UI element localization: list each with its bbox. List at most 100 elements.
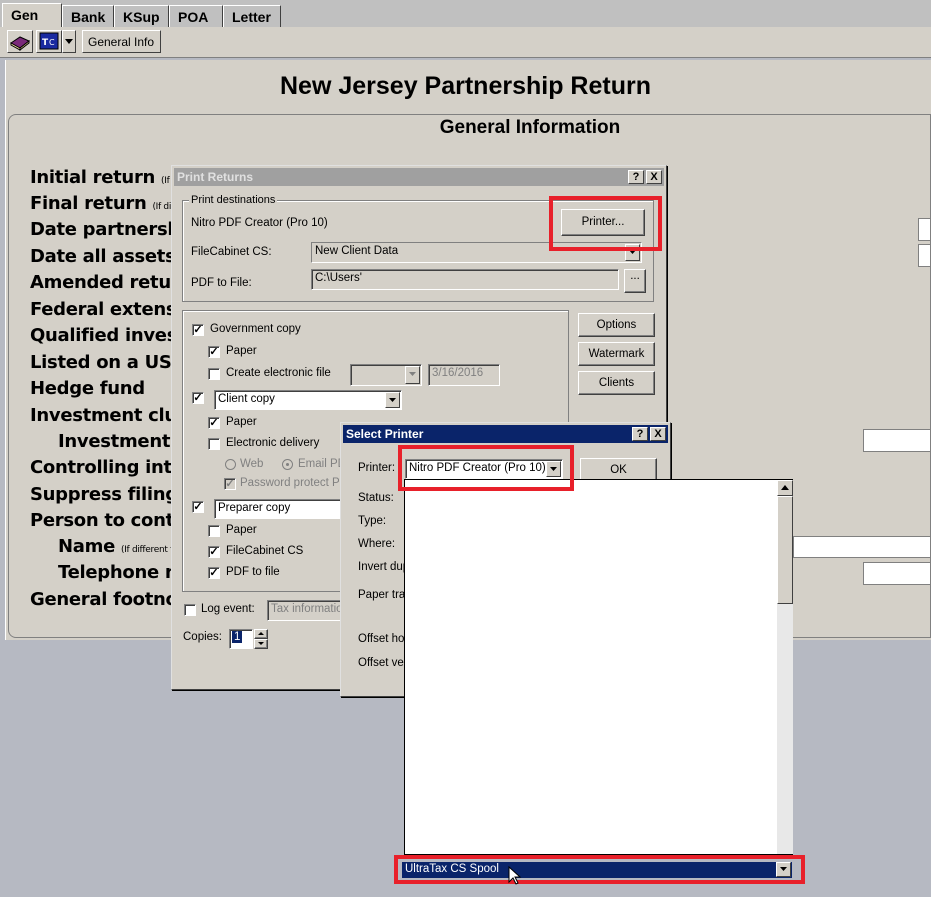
copies-input[interactable]: 1 bbox=[229, 629, 253, 649]
clients-button[interactable]: Clients bbox=[578, 371, 655, 395]
log-event-label: Log event: bbox=[201, 603, 255, 615]
preparer-copy-select[interactable]: Preparer copy bbox=[214, 499, 344, 519]
print-destinations-label: Print destinations bbox=[189, 194, 278, 206]
close-button[interactable]: X bbox=[646, 170, 662, 184]
select-printer-title: Select Printer bbox=[346, 427, 424, 441]
email-radio[interactable] bbox=[282, 459, 293, 470]
telephone-field[interactable] bbox=[863, 562, 931, 585]
tab-bank[interactable]: Bank bbox=[62, 5, 114, 27]
preparer-paper-checkbox[interactable] bbox=[208, 525, 220, 537]
create-efile-label: Create electronic file bbox=[226, 367, 331, 379]
final-return-label: Final return (If differ bbox=[30, 193, 186, 214]
government-copy-checkbox[interactable]: ✓ bbox=[192, 324, 204, 336]
chevron-down-icon bbox=[409, 372, 416, 376]
filecabinet-value: New Client Data bbox=[315, 245, 399, 257]
copies-down-button[interactable] bbox=[254, 639, 268, 649]
name-field[interactable] bbox=[793, 536, 931, 558]
dropdown-scrollbar[interactable] bbox=[777, 480, 793, 854]
book-button[interactable] bbox=[7, 30, 33, 53]
select-printer-titlebar: Select Printer ? X bbox=[343, 425, 668, 443]
tax-button[interactable]: T C bbox=[36, 30, 62, 53]
svg-text:T: T bbox=[42, 38, 49, 48]
printer-dropdown-list[interactable] bbox=[404, 479, 793, 855]
client-copy-dropdown-arrow[interactable] bbox=[385, 392, 400, 408]
electronic-delivery-checkbox[interactable] bbox=[208, 438, 220, 450]
efile-type-select[interactable] bbox=[350, 364, 422, 386]
book-icon bbox=[10, 36, 30, 52]
chevron-down-icon bbox=[65, 39, 73, 44]
close-button[interactable]: X bbox=[650, 427, 666, 441]
log-event-checkbox[interactable] bbox=[184, 604, 196, 616]
email-label: Email PD bbox=[298, 458, 346, 470]
chevron-up-icon bbox=[258, 632, 264, 635]
gov-paper-checkbox[interactable]: ✓ bbox=[208, 346, 220, 358]
copies-up-button[interactable] bbox=[254, 629, 268, 639]
page-title: New Jersey Partnership Return bbox=[280, 72, 651, 100]
ultratax-option-highlight bbox=[394, 855, 805, 884]
type-label: Type: bbox=[358, 515, 387, 527]
printer-label: Printer: bbox=[358, 462, 396, 474]
tax-form-icon: T C bbox=[39, 32, 59, 50]
scroll-up-button[interactable] bbox=[777, 480, 793, 496]
hedge-fund-label: Hedge fund bbox=[30, 378, 145, 399]
pdf-to-file-checkbox[interactable]: ✓ bbox=[208, 567, 220, 579]
browse-button[interactable]: ... bbox=[624, 269, 646, 293]
where-label: Where: bbox=[358, 538, 396, 550]
password-protect-checkbox[interactable]: ✓ bbox=[224, 478, 236, 490]
print-returns-titlebar: Print Returns ? X bbox=[174, 168, 664, 186]
web-radio[interactable] bbox=[225, 459, 236, 470]
pdf-to-file-label: PDF to File: bbox=[191, 277, 252, 289]
general-info-button[interactable]: General Info bbox=[82, 30, 161, 53]
gov-paper-label: Paper bbox=[226, 345, 257, 357]
pdf-to-file-copy-label: PDF to file bbox=[226, 566, 280, 578]
federal-extension-label: Federal extensio bbox=[30, 299, 195, 320]
tab-letter[interactable]: Letter bbox=[223, 5, 281, 27]
printer-button-highlight bbox=[549, 196, 662, 251]
create-efile-checkbox[interactable] bbox=[208, 368, 220, 380]
tax-dropdown-button[interactable] bbox=[62, 30, 76, 53]
electronic-delivery-label: Electronic delivery bbox=[226, 437, 320, 449]
controlling-interest-label: Controlling inter bbox=[30, 457, 193, 478]
investment-club-field[interactable] bbox=[863, 429, 931, 452]
qualified-investment-label: Qualified investr bbox=[30, 325, 194, 346]
filecabinet-label: FileCabinet CS: bbox=[191, 246, 272, 258]
preparer-paper-label: Paper bbox=[226, 524, 257, 536]
filecabinet-cs-label: FileCabinet CS bbox=[226, 545, 304, 557]
help-button[interactable]: ? bbox=[628, 170, 644, 184]
efile-dropdown-arrow[interactable] bbox=[405, 366, 420, 384]
watermark-button[interactable]: Watermark bbox=[578, 342, 655, 366]
offset-horizontal-label: Offset hor bbox=[358, 633, 409, 645]
chevron-down-icon bbox=[389, 398, 396, 402]
password-protect-label: Password protect PD bbox=[240, 477, 349, 489]
name-label: Name (If different fr bbox=[58, 536, 177, 557]
amended-return-label: Amended return bbox=[30, 272, 192, 293]
print-returns-title: Print Returns bbox=[177, 170, 254, 184]
copies-label: Copies: bbox=[183, 631, 222, 643]
client-paper-checkbox[interactable]: ✓ bbox=[208, 417, 220, 429]
copies-value: 1 bbox=[232, 631, 243, 643]
log-event-input[interactable]: Tax information bbox=[267, 600, 347, 621]
scroll-thumb[interactable] bbox=[777, 496, 793, 604]
tab-bar: Gen Bank KSup POA Letter bbox=[0, 0, 931, 28]
mouse-cursor-icon bbox=[508, 866, 522, 885]
filecabinet-cs-checkbox[interactable]: ✓ bbox=[208, 546, 220, 558]
date-assets-field[interactable] bbox=[918, 244, 931, 267]
help-button[interactable]: ? bbox=[632, 427, 648, 441]
date-partnership-field[interactable] bbox=[918, 218, 931, 241]
tab-gen[interactable]: Gen bbox=[2, 3, 62, 28]
web-label: Web bbox=[240, 458, 264, 470]
government-copy-label: Government copy bbox=[210, 323, 301, 335]
section-title: General Information bbox=[439, 117, 621, 138]
client-copy-select[interactable]: Client copy bbox=[214, 390, 402, 410]
tab-poa[interactable]: POA bbox=[169, 5, 223, 27]
client-copy-checkbox[interactable]: ✓ bbox=[192, 392, 204, 404]
tab-ksup[interactable]: KSup bbox=[114, 5, 169, 27]
preparer-copy-checkbox[interactable]: ✓ bbox=[192, 501, 204, 513]
options-button[interactable]: Options bbox=[578, 313, 655, 337]
offset-vertical-label: Offset ver bbox=[358, 657, 408, 669]
pdf-path-input[interactable]: C:\Users' bbox=[311, 269, 619, 290]
chevron-down-icon bbox=[258, 642, 264, 645]
toolbar: T C General Info bbox=[0, 27, 931, 58]
efile-date-input[interactable]: 3/16/2016 bbox=[428, 364, 500, 386]
printer-select-highlight bbox=[398, 445, 574, 491]
